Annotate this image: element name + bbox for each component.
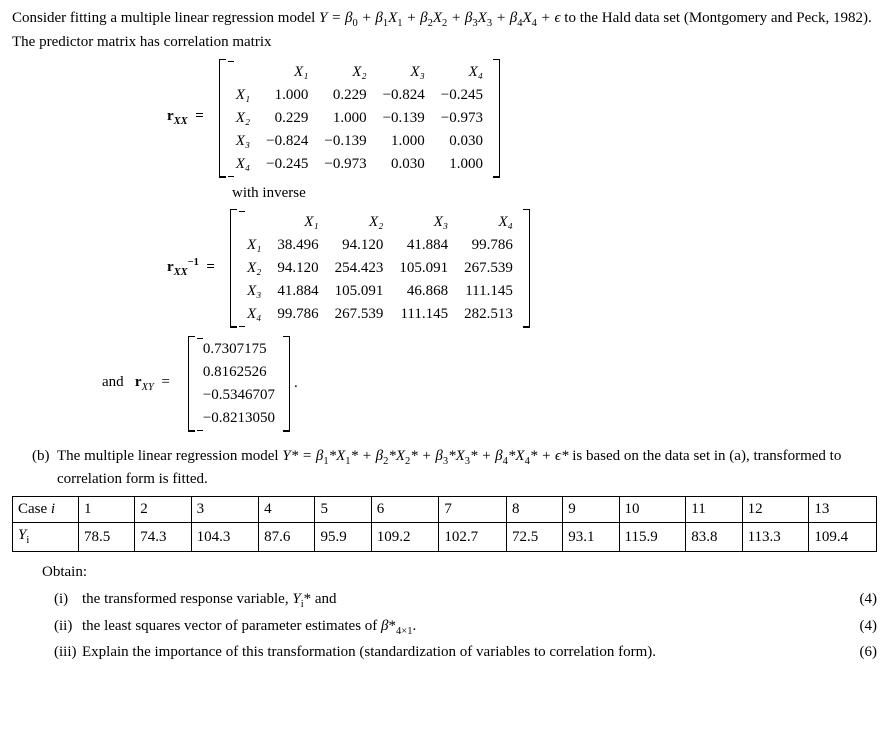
rxy-section: and rXY = 0.7307175 0.8162526 −0.5346707… [102,336,877,432]
item-ii: (ii) the least squares vector of paramet… [54,616,877,640]
item-iii: (iii) Explain the importance of this tra… [54,642,877,663]
rxxinv-matrix: X₁X₂X₃X₄ X₁38.49694.12041.88499.786 X₂94… [230,209,530,328]
model-equation: Y = β0 + β1X1 + β2X2 + β3X3 + β4X4 + ϵ [319,10,561,26]
item-i-text: the transformed response variable, Yi* a… [82,589,337,613]
table-data-row: Yi 78.574.3104.387.695.9109.2102.772.593… [13,523,877,552]
part-b: (b) The multiple linear regression model… [32,446,857,491]
item-i: (i) the transformed response variable, Y… [54,589,877,613]
data-table: Case i 12345678910111213 Yi 78.574.3104.… [12,496,877,552]
intro-text: Consider fitting a multiple linear regre… [12,8,877,53]
obtain-label: Obtain: [42,562,877,583]
item-iii-text: Explain the importance of this transform… [82,642,656,663]
part-b-marker: (b) [32,446,57,491]
question-items: (i) the transformed response variable, Y… [54,589,877,663]
rxxinv-label: rXX−1 = [167,256,215,281]
rxx-matrix-section: rXX = X₁X₂X₃X₄ X₁1.0000.229−0.824−0.245 … [167,59,877,178]
case-i-label: Case i [18,501,55,517]
transformed-model-eq: Y* = β1*X1* + β2*X2* + β3*X3* + β4*X4* +… [282,448,568,464]
intro-part1: Consider fitting a multiple linear regre… [12,10,319,26]
rxxinv-matrix-section: rXX−1 = X₁X₂X₃X₄ X₁38.49694.12041.88499.… [167,209,877,328]
with-inverse-label: with inverse [232,183,877,204]
item-ii-text: the least squares vector of parameter es… [82,616,416,640]
rxx-label: rXX = [167,106,204,130]
rxy-vector: 0.7307175 0.8162526 −0.5346707 −0.821305… [188,336,290,432]
rxx-matrix: X₁X₂X₃X₄ X₁1.0000.229−0.824−0.245 X₂0.22… [219,59,500,178]
item-i-marks: (4) [860,589,878,613]
item-ii-marks: (4) [860,616,878,640]
rxy-label: and rXY = [102,372,170,396]
item-iii-marks: (6) [860,642,878,663]
part-b-content: The multiple linear regression model Y* … [57,446,857,491]
yi-label: Yi [18,527,29,543]
table-header-row: Case i 12345678910111213 [13,497,877,523]
col-header: X₁ [258,61,316,84]
